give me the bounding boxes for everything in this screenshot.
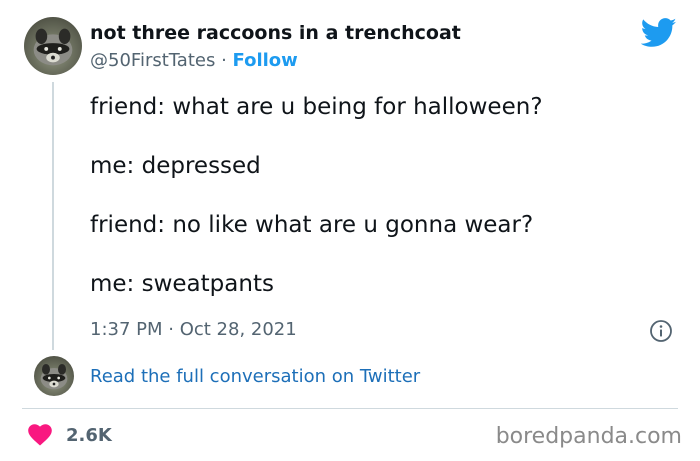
handle-separator: · [215, 50, 233, 71]
tweet-timestamp[interactable]: 1:37 PM · Oct 28, 2021 [90, 319, 297, 340]
author-handle[interactable]: @50FirstTates [90, 50, 215, 71]
tweet-line: me: sweatpants [90, 271, 274, 297]
heart-icon[interactable] [28, 424, 52, 446]
watermark: boredpanda.com [495, 424, 682, 449]
read-conversation-link[interactable]: Read the full conversation on Twitter [90, 366, 420, 387]
like-button[interactable]: 2.6K [28, 423, 112, 447]
info-icon[interactable] [649, 319, 673, 343]
follow-link[interactable]: Follow [233, 50, 298, 71]
author-avatar[interactable] [24, 17, 82, 75]
tweet-text: friend: what are u being for halloween? … [90, 92, 680, 328]
tweet-line: friend: no like what are u gonna wear? [90, 212, 534, 238]
author-handle-row: @50FirstTates · Follow [90, 50, 298, 71]
conversation-avatar [34, 356, 74, 396]
author-name[interactable]: not three raccoons in a trenchcoat [90, 22, 461, 44]
thread-line [52, 82, 54, 350]
tweet-line: friend: what are u being for halloween? [90, 94, 543, 120]
divider [22, 408, 678, 409]
tweet-line: me: depressed [90, 153, 261, 179]
twitter-bird-icon[interactable] [641, 18, 677, 48]
like-count: 2.6K [66, 424, 112, 446]
